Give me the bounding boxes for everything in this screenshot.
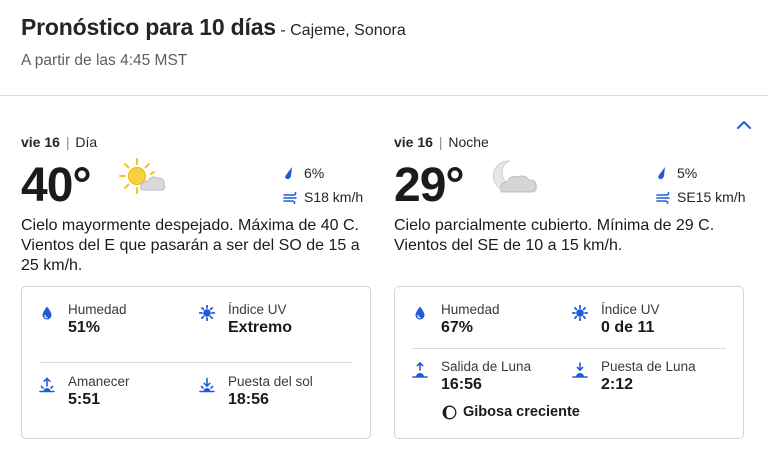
humidity-value: 67% <box>441 319 474 336</box>
raindrop-icon <box>658 167 665 180</box>
moonset-icon <box>572 362 588 378</box>
sun-cloud-icon <box>119 158 166 194</box>
day-details-card: Humedad 51% Índice UV Extremo Amanecer 5… <box>21 286 371 439</box>
day-period-label: vie 16 | Día <box>21 134 98 150</box>
moonrise-label: Salida de Luna <box>441 359 532 374</box>
collapse-button[interactable] <box>734 117 754 133</box>
title-row: Pronóstico para 10 días - Cajeme, Sonora <box>21 14 406 41</box>
location-label: - Cajeme, Sonora <box>280 22 406 39</box>
uv-value: 0 de 11 <box>601 319 655 336</box>
moonrise-value: 16:56 <box>441 376 482 393</box>
humidity-value: 51% <box>68 319 101 336</box>
moonrise-icon <box>412 362 428 378</box>
day-panel: vie 16 | Día 40° 6% S18 km/h Cielo mayor… <box>21 134 371 439</box>
night-temperature: 29° <box>394 159 465 212</box>
night-wind-value: SE15 km/h <box>677 189 746 205</box>
uv-value: Extremo <box>228 319 293 336</box>
moon-phase-icon <box>442 405 457 419</box>
night-details-card: Humedad 67% Índice UV 0 de 11 Salida de … <box>394 286 744 439</box>
chevron-up-icon <box>737 121 751 129</box>
night-description: Cielo parcialmente cubierto. Mínima de 2… <box>394 217 715 254</box>
uv-sun-icon <box>199 305 215 321</box>
day-description: Cielo mayormente despejado. Máxima de 40… <box>21 217 360 274</box>
moonset-label: Puesta de Luna <box>601 359 696 374</box>
sunset-label: Puesta del sol <box>228 374 313 389</box>
night-wind: SE15 km/h <box>656 189 745 205</box>
sunrise-label: Amanecer <box>68 374 130 389</box>
forecast-header: Pronóstico para 10 días - Cajeme, Sonora… <box>0 0 768 96</box>
uv-sun-icon <box>572 305 588 321</box>
sunrise-icon <box>39 377 55 393</box>
sunset-icon <box>199 377 215 393</box>
night-panel: vie 16 | Noche 29° 5% SE15 km/h Cielo pa… <box>394 134 745 439</box>
night-period: Noche <box>448 134 489 150</box>
humidity-icon <box>415 306 425 320</box>
updated-time: A partir de las 4:45 MST <box>21 52 188 69</box>
day-wind: S18 km/h <box>283 189 363 205</box>
day-period: Día <box>75 134 98 150</box>
moon-phase-label: Gibosa creciente <box>463 404 580 420</box>
moon-cloud-icon <box>492 160 537 193</box>
moonset-value: 2:12 <box>601 376 634 393</box>
day-precip-value: 6% <box>304 165 325 181</box>
night-date: vie 16 <box>394 134 433 150</box>
day-precip: 6% <box>283 165 324 181</box>
wind-icon <box>283 191 297 204</box>
uv-label: Índice UV <box>228 302 287 317</box>
wind-icon <box>656 191 670 204</box>
humidity-label: Humedad <box>441 302 500 317</box>
moon-phase: Gibosa creciente <box>442 404 580 420</box>
sunset-value: 18:56 <box>228 391 269 408</box>
day-wind-value: S18 km/h <box>304 189 364 205</box>
humidity-label: Humedad <box>68 302 127 317</box>
details-divider <box>39 362 353 363</box>
night-precip: 5% <box>656 165 697 181</box>
page-title: Pronóstico para 10 días <box>21 14 276 40</box>
details-divider <box>412 348 726 349</box>
day-date: vie 16 <box>21 134 60 150</box>
humidity-icon <box>42 306 52 320</box>
raindrop-icon <box>285 167 292 180</box>
night-period-label: vie 16 | Noche <box>394 134 489 150</box>
night-precip-value: 5% <box>677 165 698 181</box>
sunrise-value: 5:51 <box>68 391 101 408</box>
day-temperature: 40° <box>21 159 92 212</box>
uv-label: Índice UV <box>601 302 660 317</box>
